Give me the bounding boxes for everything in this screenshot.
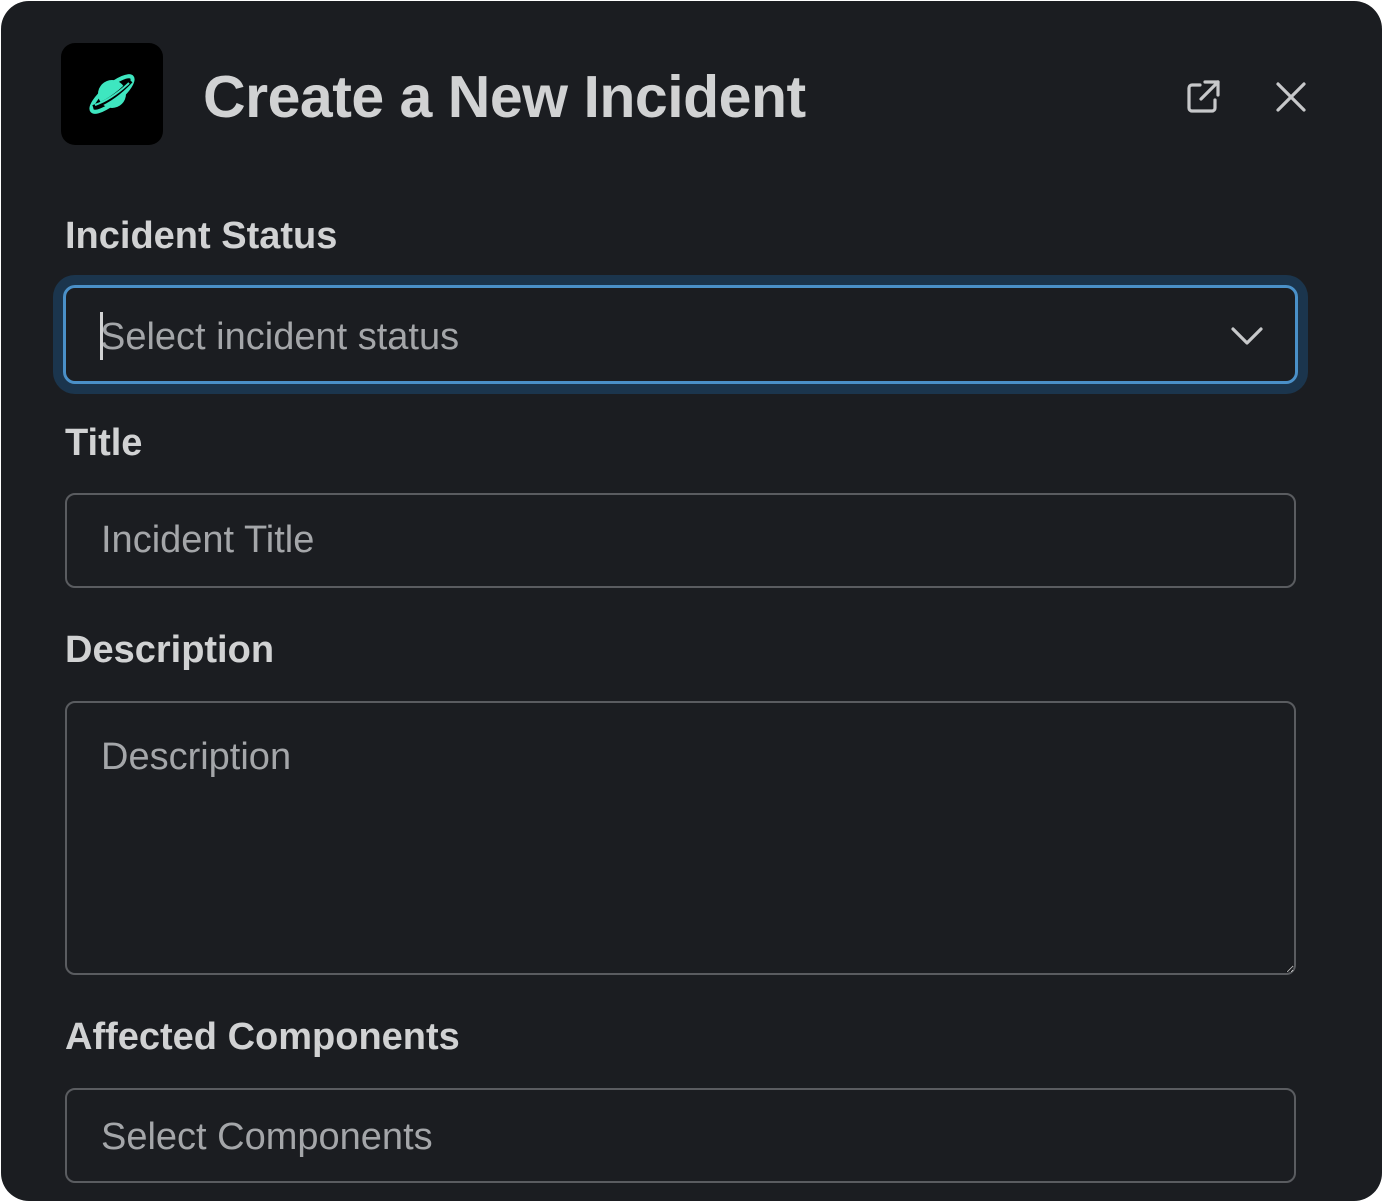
- description-label: Description: [65, 629, 275, 671]
- close-button[interactable]: [1265, 71, 1317, 123]
- incident-status-select[interactable]: Select incident status: [63, 285, 1298, 384]
- external-link-icon: [1187, 80, 1220, 113]
- modal-title: Create a New Incident: [203, 64, 806, 130]
- app-icon: [61, 43, 163, 145]
- incident-status-placeholder: Select incident status: [100, 316, 460, 358]
- modal-header: Create a New Incident: [1, 1, 1382, 191]
- chevron-down-icon: [1231, 327, 1263, 345]
- planet-icon: [89, 74, 135, 114]
- components-select[interactable]: Select Components: [65, 1088, 1296, 1183]
- affected-components-label: Affected Components: [65, 1016, 460, 1058]
- popout-button[interactable]: [1177, 71, 1229, 123]
- components-placeholder: Select Components: [101, 1116, 433, 1158]
- title-input[interactable]: [65, 493, 1296, 588]
- close-icon: [1276, 82, 1306, 112]
- title-label: Title: [65, 422, 143, 464]
- create-incident-modal: Create a New Incident Incident Status Se…: [1, 1, 1382, 1201]
- text-cursor: [100, 312, 103, 360]
- description-textarea[interactable]: [65, 701, 1296, 975]
- incident-status-label: Incident Status: [65, 215, 338, 257]
